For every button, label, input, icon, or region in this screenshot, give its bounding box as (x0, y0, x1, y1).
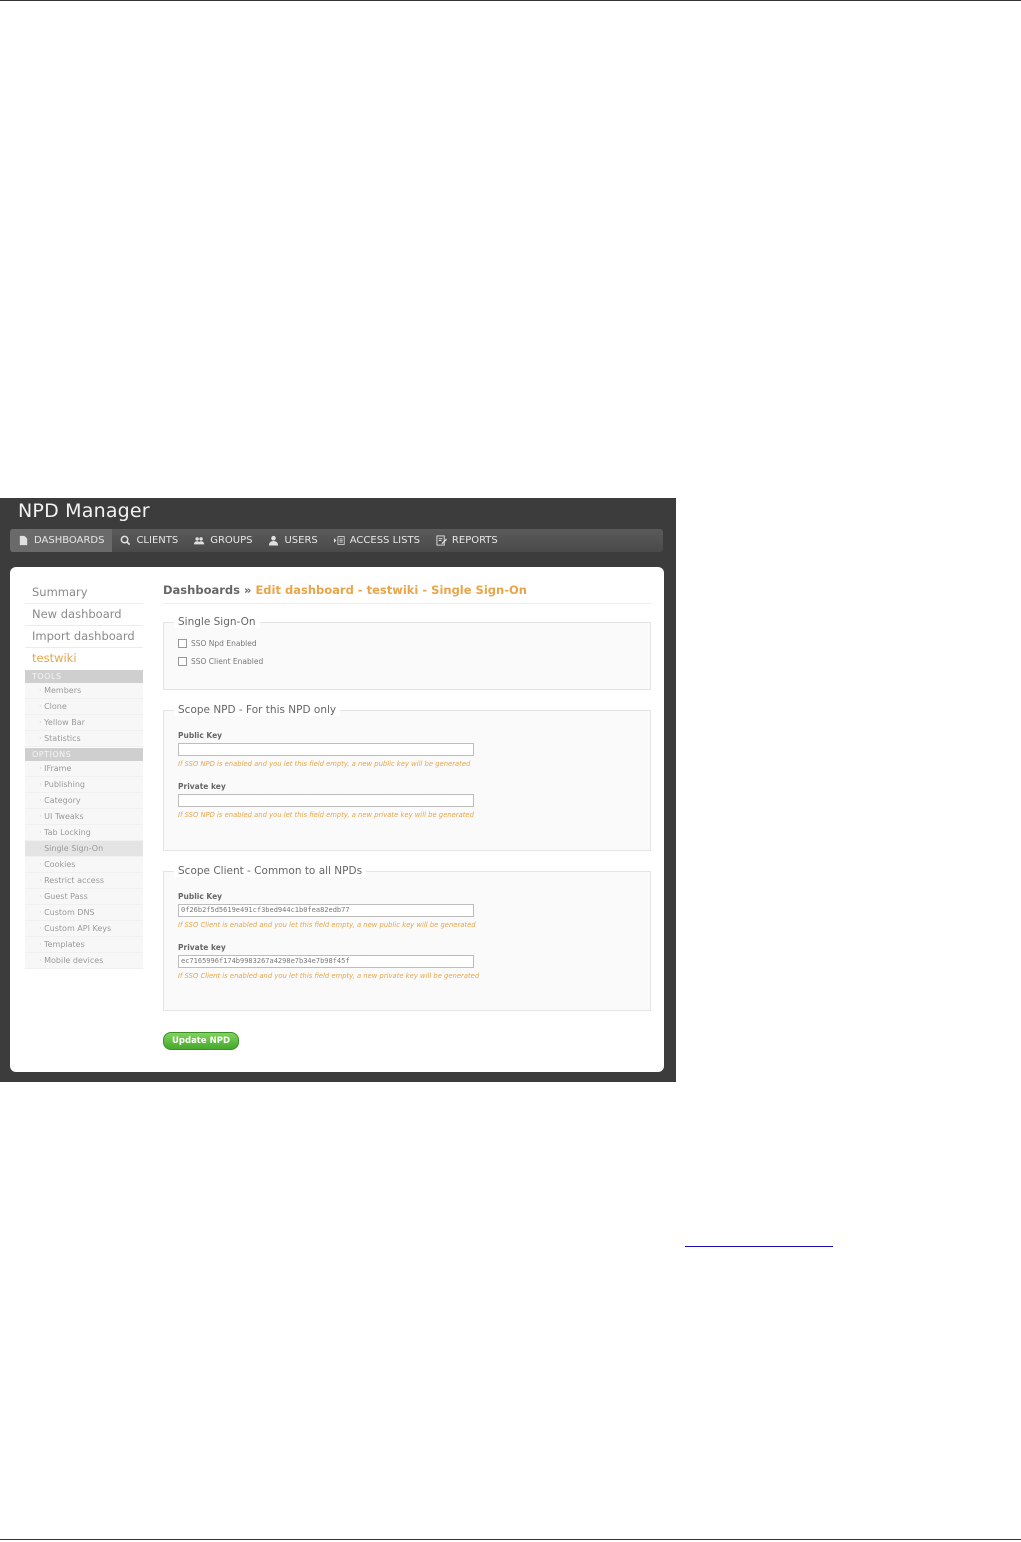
sidebar-cookies[interactable]: Cookies (25, 857, 143, 873)
nav-access-lists[interactable]: ACCESS LISTS (326, 529, 428, 552)
options-header: OPTIONS (25, 748, 143, 761)
content-panel: Summary New dashboard Import dashboard t… (10, 567, 664, 1072)
underlined-link[interactable] (685, 1246, 833, 1247)
client-public-key-label: Public Key (178, 892, 223, 901)
client-public-key-hint: If SSO Client is enabled and you let thi… (178, 921, 476, 929)
npd-public-key-label: Public Key (178, 731, 223, 740)
sidebar-new-dashboard[interactable]: New dashboard (25, 604, 143, 626)
app-title: NPD Manager (18, 500, 150, 522)
user-icon (269, 535, 279, 546)
sidebar-yellow-bar[interactable]: Yellow Bar (25, 715, 143, 731)
breadcrumb-separator: » (244, 583, 252, 597)
app-screenshot: NPD Manager DASHBOARDS CLIENTS GROUPS US… (0, 498, 676, 1082)
search-icon (121, 535, 131, 546)
scope-npd-legend: Scope NPD - For this NPD only (174, 704, 341, 716)
sso-client-row: SSO Client Enabled (178, 657, 636, 666)
npd-public-key-input[interactable] (178, 743, 474, 756)
page-top-rule (0, 0, 1021, 1)
sidebar-single-sign-on[interactable]: Single Sign-On (25, 841, 143, 857)
sidebar-summary[interactable]: Summary (25, 582, 143, 604)
nav-clients[interactable]: CLIENTS (112, 529, 186, 552)
nav-reports[interactable]: REPORTS (428, 529, 506, 552)
npd-private-key-hint: If SSO NPD is enabled and you let this f… (178, 811, 474, 819)
report-icon (436, 535, 447, 546)
breadcrumb: Dashboards » Edit dashboard - testwiki -… (163, 583, 651, 604)
scope-npd-fieldset: Scope NPD - For this NPD only Public Key… (163, 704, 651, 851)
main-nav: DASHBOARDS CLIENTS GROUPS USERS ACCESS L… (10, 529, 663, 552)
main-content: Dashboards » Edit dashboard - testwiki -… (163, 583, 651, 1011)
npd-private-key-label: Private key (178, 782, 226, 791)
npd-public-key-hint: If SSO NPD is enabled and you let this f… (178, 760, 471, 768)
access-list-icon (333, 536, 345, 545)
sso-npd-row: SSO Npd Enabled (178, 639, 636, 648)
nav-access-lists-label: ACCESS LISTS (349, 535, 420, 546)
client-private-key-label: Private key (178, 943, 226, 952)
nav-clients-label: CLIENTS (136, 535, 179, 546)
sidebar-members[interactable]: Members (25, 683, 143, 699)
sso-npd-label: SSO Npd Enabled (191, 639, 257, 648)
nav-reports-label: REPORTS (451, 535, 498, 546)
scope-client-legend: Scope Client - Common to all NPDs (174, 865, 367, 877)
sso-client-checkbox[interactable] (178, 657, 187, 666)
nav-users[interactable]: USERS (260, 529, 325, 552)
sidebar-current-dashboard[interactable]: testwiki (25, 648, 143, 669)
sso-fieldset: Single Sign-On SSO Npd Enabled SSO Clien… (163, 616, 651, 690)
nav-users-label: USERS (284, 535, 318, 546)
document-icon (19, 535, 28, 546)
sidebar-category[interactable]: Category (25, 793, 143, 809)
group-icon (194, 537, 205, 545)
sidebar-iframe[interactable]: IFrame (25, 761, 143, 777)
sidebar-ui-tweaks[interactable]: UI Tweaks (25, 809, 143, 825)
sidebar-templates[interactable]: Templates (25, 937, 143, 953)
nav-dashboards[interactable]: DASHBOARDS (10, 529, 113, 552)
npd-private-key-input[interactable] (178, 794, 474, 807)
client-private-key-input[interactable]: ec7165996f174b9983267a4298e7b34e7b98f45f (178, 955, 474, 968)
nav-groups-label: GROUPS (210, 535, 253, 546)
sidebar-tab-locking[interactable]: Tab Locking (25, 825, 143, 841)
sidebar-custom-api-keys[interactable]: Custom API Keys (25, 921, 143, 937)
breadcrumb-current: Edit dashboard - testwiki - Single Sign-… (255, 583, 527, 597)
scope-client-fieldset: Scope Client - Common to all NPDs Public… (163, 865, 651, 1011)
page-bottom-rule (0, 1539, 1021, 1540)
sso-npd-checkbox[interactable] (178, 639, 187, 648)
sidebar-clone[interactable]: Clone (25, 699, 143, 715)
sidebar-publishing[interactable]: Publishing (25, 777, 143, 793)
client-public-key-input[interactable]: 0f26b2f5d5619e491cf3bed944c1b0fea82edb77 (178, 904, 474, 917)
client-private-key-hint: If SSO Client is enabled and you let thi… (178, 972, 480, 980)
nav-groups[interactable]: GROUPS (186, 529, 260, 552)
sso-client-label: SSO Client Enabled (191, 657, 264, 666)
sidebar: Summary New dashboard Import dashboard t… (25, 582, 143, 969)
breadcrumb-root[interactable]: Dashboards (163, 583, 240, 597)
nav-dashboards-label: DASHBOARDS (34, 535, 105, 546)
sidebar-import-dashboard[interactable]: Import dashboard (25, 626, 143, 648)
sso-legend: Single Sign-On (174, 616, 260, 628)
sidebar-mobile-devices[interactable]: Mobile devices (25, 953, 143, 969)
sidebar-custom-dns[interactable]: Custom DNS (25, 905, 143, 921)
sidebar-restrict-access[interactable]: Restrict access (25, 873, 143, 889)
tools-header: TOOLS (25, 670, 143, 683)
sidebar-guest-pass[interactable]: Guest Pass (25, 889, 143, 905)
sidebar-statistics[interactable]: Statistics (25, 731, 143, 747)
update-npd-button[interactable]: Update NPD (163, 1032, 239, 1050)
